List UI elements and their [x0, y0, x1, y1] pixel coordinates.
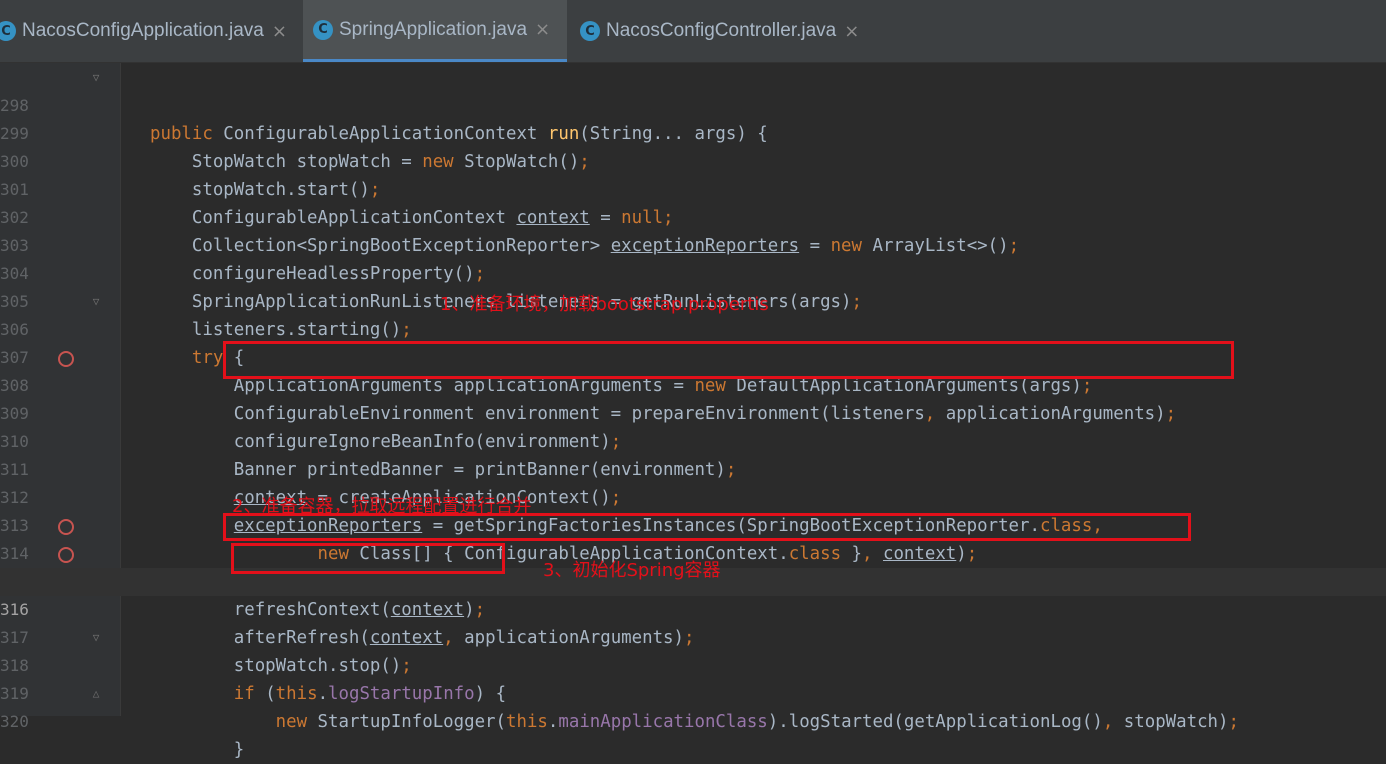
line-number: 320 [0, 712, 29, 731]
java-class-icon: C [580, 21, 600, 41]
code-line[interactable]: 304 SpringApplicationRunListeners listen… [0, 232, 1386, 312]
close-icon[interactable]: × [844, 21, 859, 42]
code-line[interactable]: 298 public ConfigurableApplicationContex… [0, 64, 1386, 144]
breakpoint-icon[interactable] [58, 351, 74, 367]
close-icon[interactable]: × [272, 21, 287, 42]
code-line[interactable]: 302 Collection<SpringBootExceptionReport… [0, 176, 1386, 256]
code-line[interactable]: 311 context = createApplicationContext()… [0, 428, 1386, 508]
tab-label: NacosConfigApplication.java [22, 20, 264, 41]
java-class-icon: C [0, 21, 16, 41]
tab-spring-application[interactable]: C SpringApplication.java × [303, 0, 567, 62]
code-line[interactable]: 312 exceptionReporters = getSpringFactor… [0, 456, 1386, 536]
code-line[interactable]: 301 ConfigurableApplicationContext conte… [0, 148, 1386, 228]
fold-icon[interactable]: ▽ [90, 72, 102, 84]
code-line[interactable]: 320 } [0, 680, 1386, 760]
code-line[interactable]: 303 configureHeadlessProperty(); [0, 204, 1386, 284]
breakpoint-icon[interactable] [58, 519, 74, 535]
fold-icon[interactable]: △ [90, 688, 102, 700]
fold-icon[interactable]: ▽ [90, 632, 102, 644]
annotation-step-3: 3、初始化Spring容器 [543, 560, 721, 581]
code-line[interactable]: 317 stopWatch.stop(); [0, 596, 1386, 676]
code-line[interactable]: 300 stopWatch.start(); [0, 120, 1386, 200]
tab-nacos-config-application[interactable]: C NacosConfigApplication.java × [0, 0, 296, 62]
code-line[interactable]: 318 if (this.logStartupInfo) { [0, 624, 1386, 704]
code-line[interactable]: 305 listeners.starting(); [0, 260, 1386, 340]
tab-label: NacosConfigController.java [606, 20, 837, 41]
highlight-box-refresh-context [231, 543, 505, 574]
code-line[interactable]: 313 new Class[] { ConfigurableApplicatio… [0, 484, 1386, 564]
annotation-step-2: 2、准备容器，拉取远程配置进行合并 [232, 496, 532, 517]
tab-label: SpringApplication.java [339, 18, 528, 40]
code-line[interactable]: 307 ApplicationArguments applicationArgu… [0, 316, 1386, 396]
java-class-icon: C [313, 19, 333, 40]
code-line[interactable]: 319 new StartupInfoLogger(this.mainAppli… [0, 652, 1386, 732]
breakpoint-icon[interactable] [58, 547, 74, 563]
annotation-step-1: 1、准备环境，加载bootstrap.propertis [440, 294, 769, 315]
code-line[interactable]: 310 Banner printedBanner = printBanner(e… [0, 400, 1386, 480]
editor-tab-bar: C NacosConfigApplication.java × C Spring… [0, 0, 1386, 63]
tab-nacos-config-controller[interactable]: C NacosConfigController.java × [572, 0, 872, 62]
highlight-box-prepare-environment [223, 341, 1234, 379]
code-line[interactable]: 299 StopWatch stopWatch = new StopWatch(… [0, 92, 1386, 172]
close-icon[interactable]: × [535, 19, 550, 40]
fold-icon[interactable]: ▽ [90, 296, 102, 308]
